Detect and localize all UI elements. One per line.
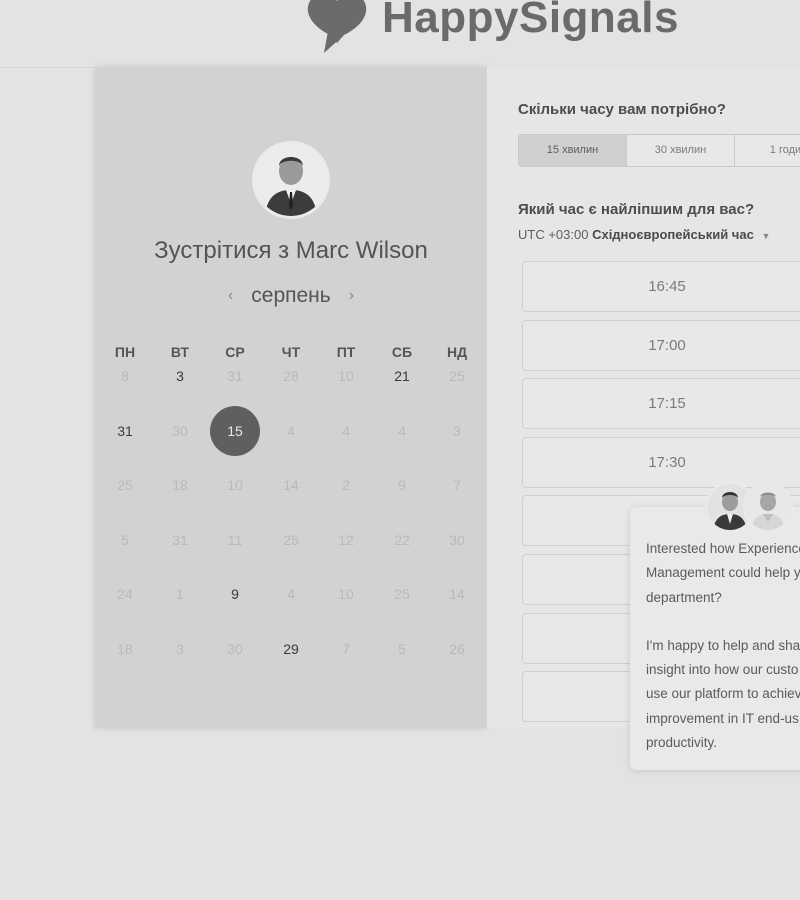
time-slot-button[interactable]: 16:45 [522,261,800,312]
calendar-day: 5 [398,640,406,657]
calendar-day[interactable]: 29 [271,639,311,659]
calendar-day: 18 [172,477,188,493]
calendar-day: 31 [172,531,188,548]
calendar-day: 12 [338,531,354,548]
weekday-label: НД [446,344,468,360]
calendar-day: 30 [172,422,188,439]
calendar-day: 18 [117,640,133,657]
calendar-day: 26 [449,640,465,657]
calendar-day: 3 [176,640,184,657]
caret-down-icon: ▼ [761,231,771,241]
chat-message-offer: I'm happy to help and sha insight into h… [646,637,800,751]
calendar-day[interactable]: 31 [105,421,145,441]
calendar-day: 10 [227,477,243,493]
calendar-day: 25 [283,531,299,548]
calendar-day: 4 [287,586,295,602]
duration-option[interactable]: 15 хвилин [519,135,627,166]
calendar-day: 7 [453,477,461,493]
logo: HappySignals [300,0,679,58]
calendar-day-selected[interactable]: 15 [210,405,260,456]
calendar-day: 4 [398,422,406,439]
duration-question: Скільки часу вам потрібно? [518,101,726,118]
calendar-day: 24 [117,586,133,602]
timezone-name: Східноєвропейський час [592,227,754,242]
calendar-day[interactable]: 9 [215,584,255,604]
time-slot-button[interactable]: 17:15 [522,378,800,430]
chat-message-intro: Interested how Experience Management cou… [646,541,800,605]
calendar-day: 1 [176,586,184,602]
weekday-label: СБ [391,344,413,360]
weekday-label: ЧТ [281,344,301,360]
duration-selector: 15 хвилин30 хвилин1 годин [518,134,800,167]
chevron-left-icon[interactable]: ‹ [224,287,237,305]
logo-text: HappySignals [382,0,679,42]
time-question: Який час є найліпшим для вас? [518,201,755,218]
chevron-right-icon[interactable]: › [345,287,358,305]
time-slot-button[interactable]: 17:30 [522,436,800,488]
calendar-day: 30 [227,640,243,657]
calendar-day: 31 [227,368,243,384]
calendar-day: 11 [227,531,243,548]
calendar-day: 9 [398,477,406,493]
timezone-offset: UTC +03:00 [518,227,589,242]
chat-agent-avatars[interactable] [705,482,795,532]
calendar-day: 14 [283,477,299,493]
calendar-day: 10 [338,368,354,384]
calendar-day: 28 [283,368,299,384]
calendar-day: 25 [449,368,465,384]
weekday-label: ВТ [170,344,190,360]
calendar-day: 25 [394,586,410,602]
month-label: серпень [251,284,331,307]
meeting-title: Зустрітися з Marc Wilson [154,237,428,264]
chat-popup[interactable]: Interested how Experience Management cou… [630,507,800,770]
calendar-day[interactable]: 3 [160,366,200,386]
weekday-label: ПТ [336,344,356,360]
weekday-label: ПН [114,344,136,360]
calendar-panel: Зустрітися з Marc Wilson ‹ серпень › ПН В… [95,67,487,728]
calendar-day: 8 [121,368,129,384]
calendar-day: 14 [449,586,465,602]
timezone-selector[interactable]: UTC +03:00 Східноєвропейський час ▼ [518,227,770,242]
month-navigation: ‹ серпень › [95,284,487,308]
calendar-day: 2 [342,477,350,493]
weekday-header: ПН ВТ СР ЧТ ПТ СБ НД [95,344,487,362]
calendar-day: 7 [342,640,350,657]
calendar-day: 4 [342,422,350,439]
calendar-day: 30 [449,531,465,548]
duration-option[interactable]: 1 годин [735,135,800,166]
host-avatar [252,141,330,219]
calendar-day: 5 [121,531,129,548]
chat-agent-avatar [743,482,793,532]
calendar-day: 3 [453,422,461,439]
time-slot-button[interactable]: 17:00 [522,319,800,371]
logo-heart-icon [300,0,374,55]
calendar-day: 22 [394,531,410,548]
weekday-label: СР [225,344,245,360]
calendar-day: 10 [338,586,354,602]
duration-option[interactable]: 30 хвилин [627,135,735,166]
calendar-day: 25 [117,477,133,493]
calendar-day: 4 [287,422,295,439]
calendar-day[interactable]: 21 [382,366,422,386]
